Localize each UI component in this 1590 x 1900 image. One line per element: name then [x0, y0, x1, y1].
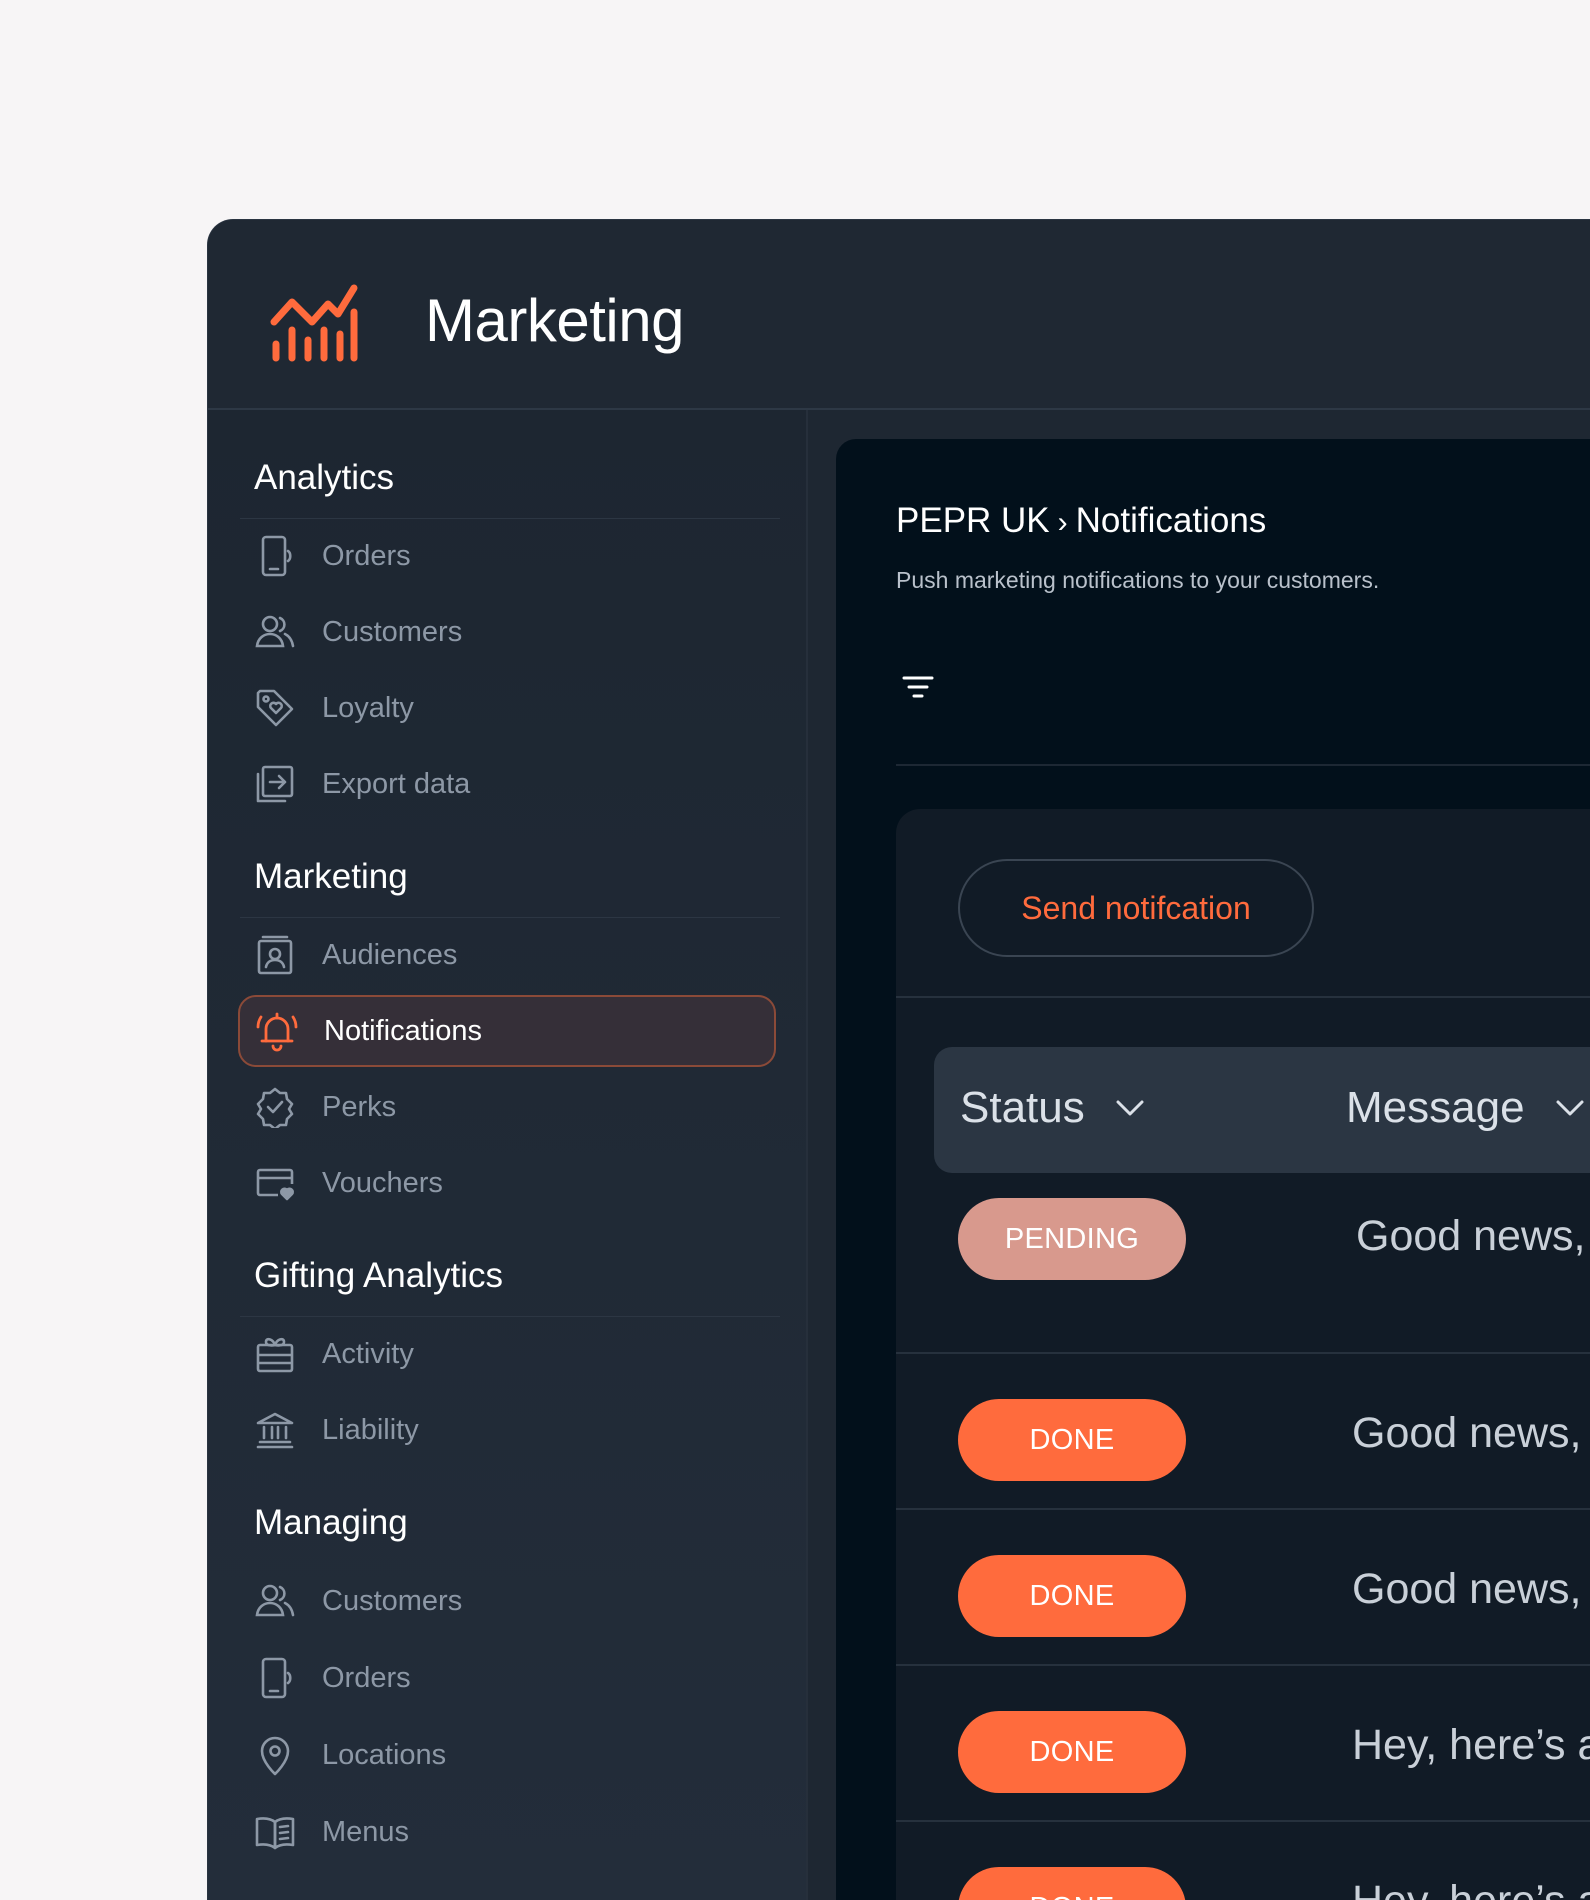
card-heart-icon	[252, 1160, 298, 1206]
table-row[interactable]: DONE Good news, y	[896, 1354, 1590, 1510]
table-header: Status Message	[934, 1047, 1590, 1173]
column-header-label: Message	[1346, 1083, 1525, 1132]
status-badge: DONE	[958, 1399, 1186, 1481]
status-badge: PENDING	[958, 1198, 1186, 1280]
sidebar-item-label: Export data	[322, 767, 471, 800]
users-icon	[252, 609, 298, 655]
table-row[interactable]: DONE Hey, here’s a	[896, 1666, 1590, 1822]
sidebar-item-label: Customers	[322, 1584, 463, 1617]
section-divider	[240, 1316, 780, 1317]
status-badge: DONE	[958, 1711, 1186, 1793]
sidebar-item-label: Perks	[322, 1090, 397, 1123]
message-cell: Good news, y	[1352, 1409, 1590, 1457]
message-cell: Hey, here’s a	[1352, 1877, 1590, 1900]
sidebar-item-orders[interactable]: Orders	[238, 520, 776, 592]
sidebar-item-label: Locations	[322, 1738, 447, 1771]
sidebar-item-export-data[interactable]: Export data	[238, 748, 776, 820]
tag-heart-icon	[252, 685, 298, 731]
notifications-panel: Send notifcation Status Message PENDING …	[896, 809, 1590, 1900]
sidebar-item-notifications[interactable]: Notifications	[238, 995, 776, 1067]
table-row[interactable]: DONE Good news, y	[896, 1510, 1590, 1666]
sidebar-item-label: Customers	[322, 615, 463, 648]
section-divider	[240, 518, 780, 519]
breadcrumb-separator: ›	[1057, 506, 1068, 539]
sidebar-item-label: Loyalty	[322, 691, 414, 724]
divider	[896, 764, 1590, 766]
bell-icon	[254, 1008, 300, 1054]
table-row[interactable]: PENDING Good news, y	[896, 1198, 1590, 1354]
users-icon	[252, 1578, 298, 1624]
column-header-message[interactable]: Message	[1346, 1083, 1585, 1133]
bank-icon	[252, 1407, 298, 1453]
chevron-down-icon	[1116, 1100, 1144, 1116]
message-cell: Hey, here’s a	[1352, 1721, 1590, 1769]
section-title-marketing: Marketing	[254, 857, 408, 896]
page-subtitle: Push marketing notifications to your cus…	[896, 567, 1380, 593]
sidebar: Analytics Orders Customers Loyalty Expor…	[208, 410, 808, 1900]
gift-card-icon	[252, 1331, 298, 1377]
sidebar-item-label: Menus	[322, 1815, 410, 1848]
sidebar-item-label: Liability	[322, 1413, 419, 1446]
sidebar-item-loyalty[interactable]: Loyalty	[238, 672, 776, 744]
message-cell: Good news, y	[1356, 1212, 1590, 1260]
filter-icon[interactable]	[898, 667, 938, 707]
sidebar-item-menus[interactable]: Menus	[238, 1796, 776, 1868]
export-icon	[252, 761, 298, 807]
column-header-label: Status	[960, 1083, 1085, 1132]
sidebar-item-perks[interactable]: Perks	[238, 1071, 776, 1143]
chart-growth-icon	[270, 284, 358, 362]
main-content: PEPR UK › Notifications Push marketing not…	[836, 439, 1590, 1900]
sidebar-item-customers[interactable]: Customers	[238, 596, 776, 668]
sidebar-item-label: Orders	[322, 1661, 411, 1694]
sidebar-item-label: Vouchers	[322, 1166, 443, 1199]
table-row[interactable]: DONE Hey, here’s a	[896, 1822, 1590, 1900]
phone-order-icon	[252, 533, 298, 579]
divider	[896, 996, 1590, 998]
section-title-analytics: Analytics	[254, 458, 395, 497]
sidebar-item-customers[interactable]: Customers	[238, 1565, 776, 1637]
phone-order-icon	[252, 1655, 298, 1701]
sidebar-item-orders[interactable]: Orders	[238, 1642, 776, 1714]
sidebar-item-label: Orders	[322, 539, 411, 572]
sidebar-item-locations[interactable]: Locations	[238, 1719, 776, 1791]
section-divider	[240, 917, 780, 918]
sidebar-item-label: Activity	[322, 1337, 414, 1370]
sidebar-item-label: Notifications	[324, 1014, 482, 1047]
status-badge: DONE	[958, 1555, 1186, 1637]
breadcrumb-parent[interactable]: PEPR UK	[896, 501, 1050, 540]
status-badge: DONE	[958, 1867, 1186, 1900]
section-title-managing: Managing	[254, 1503, 408, 1542]
chevron-down-icon	[1556, 1100, 1584, 1116]
app-header: Marketing	[208, 220, 1590, 410]
sidebar-item-liability[interactable]: Liability	[238, 1394, 776, 1466]
badge-check-icon	[252, 1084, 298, 1130]
send-notification-button[interactable]: Send notifcation	[958, 859, 1314, 957]
section-title-gifting-analytics: Gifting Analytics	[254, 1256, 503, 1295]
app-title: Marketing	[425, 287, 684, 354]
message-cell: Good news, y	[1352, 1565, 1590, 1613]
sidebar-item-vouchers[interactable]: Vouchers	[238, 1147, 776, 1219]
column-header-status[interactable]: Status	[960, 1083, 1145, 1133]
book-icon	[252, 1809, 298, 1855]
map-pin-icon	[252, 1732, 298, 1778]
breadcrumb-current: Notifications	[1075, 501, 1267, 540]
contact-card-icon	[252, 932, 298, 978]
sidebar-item-audiences[interactable]: Audiences	[238, 919, 776, 991]
sidebar-item-label: Audiences	[322, 938, 458, 971]
sidebar-item-activity[interactable]: Activity	[238, 1318, 776, 1390]
breadcrumb: PEPR UK › Notifications	[896, 501, 1266, 541]
app-window: Marketing Analytics Orders Customers Loy…	[207, 219, 1590, 1900]
